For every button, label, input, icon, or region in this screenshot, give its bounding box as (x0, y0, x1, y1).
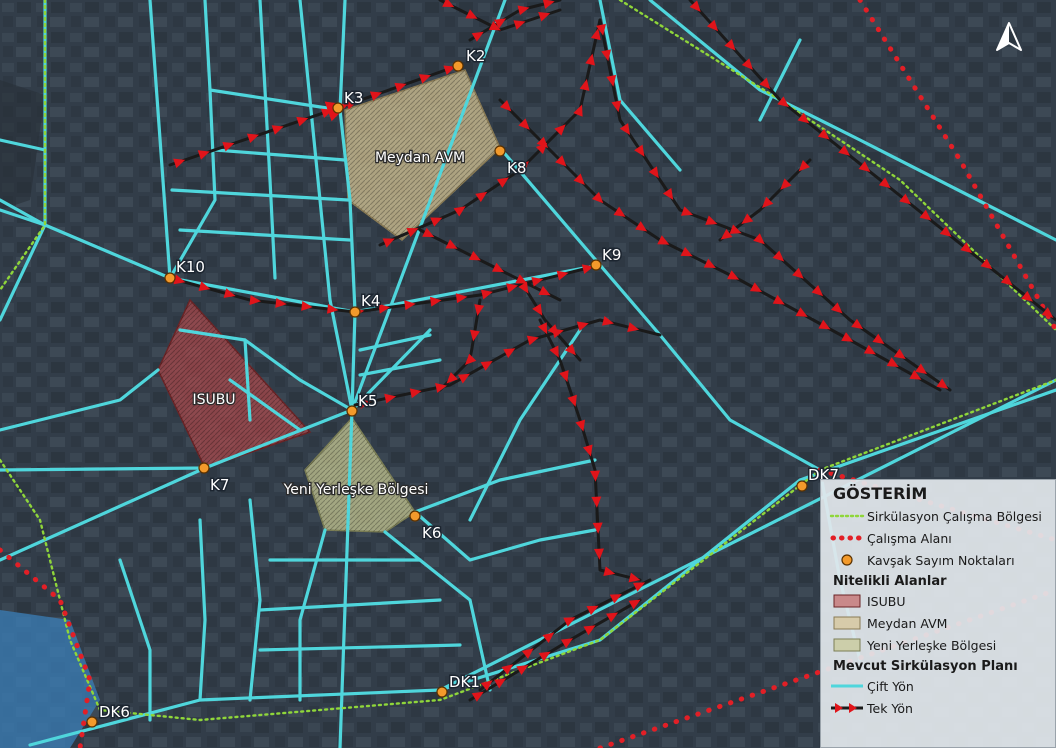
count-point-dk7[interactable] (796, 480, 808, 492)
label-dk1: DK1 (449, 673, 480, 691)
legend-item-one-way: Tek Yön (827, 697, 1049, 719)
count-point-k4[interactable] (349, 306, 361, 318)
count-point-k8[interactable] (494, 145, 506, 157)
count-point-k5[interactable] (346, 405, 358, 417)
label-k6: K6 (422, 524, 441, 542)
legend-panel: GÖSTERİM Sirkülasyon Çalışma Bölgesi Çal… (820, 479, 1056, 748)
count-point-dk6[interactable] (86, 716, 98, 728)
label-k7: K7 (210, 476, 229, 494)
label-k8: K8 (507, 159, 526, 177)
legend-item-meydan: Meydan AVM (827, 612, 1049, 634)
north-arrow-icon (996, 22, 1022, 51)
label-k3: K3 (344, 89, 363, 107)
count-point-k3[interactable] (332, 102, 344, 114)
label-k5: K5 (358, 392, 377, 410)
legend-item-count-point: Kavşak Sayım Noktaları (827, 549, 1049, 571)
legend-item-isubu: ISUBU (827, 590, 1049, 612)
isubu-label: ISUBU (192, 392, 235, 408)
label-k4: K4 (361, 292, 380, 310)
label-k10: K10 (176, 258, 205, 276)
label-dk6: DK6 (99, 703, 130, 721)
legend-item-two-way: Çift Yön (831, 678, 914, 694)
count-point-dk1[interactable] (436, 686, 448, 698)
legend-title: GÖSTERİM (833, 484, 928, 503)
count-point-k7[interactable] (198, 462, 210, 474)
meydan-label: Meydan AVM (375, 150, 465, 166)
count-point-k10[interactable] (164, 272, 176, 284)
count-point-k9[interactable] (590, 259, 602, 271)
label-k9: K9 (602, 246, 621, 264)
legend-item-work-zone: Sirkülasyon Çalışma Bölgesi (829, 508, 1042, 524)
count-point-k6[interactable] (409, 510, 421, 522)
label-k2: K2 (466, 47, 485, 65)
legend-item-yeni: Yeni Yerleşke Bölgesi (827, 634, 1049, 656)
legend-item-work-area: Çalışma Alanı (830, 530, 952, 546)
count-point-k2[interactable] (452, 60, 464, 72)
yeni-label: Yeni Yerleşke Bölgesi (283, 482, 429, 498)
legend-section-areas: Nitelikli Alanlar (833, 574, 947, 589)
legend-section-plan: Mevcut Sirkülasyon Planı (833, 659, 1018, 674)
